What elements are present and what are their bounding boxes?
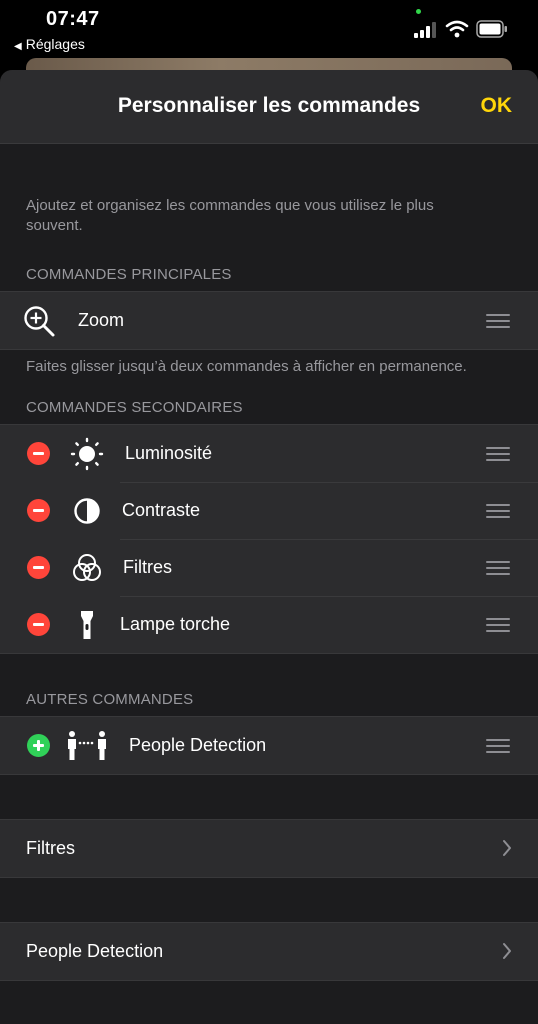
- list-item-brightness[interactable]: Luminosité: [0, 425, 538, 482]
- reorder-grip-icon[interactable]: [486, 561, 510, 575]
- filters-settings-link[interactable]: Filtres: [0, 819, 538, 878]
- add-people-detection-button[interactable]: [27, 734, 50, 757]
- brightness-icon: [70, 437, 104, 471]
- secondary-controls-header: COMMANDES SECONDAIRES: [26, 399, 243, 416]
- ok-button[interactable]: OK: [481, 94, 513, 118]
- list-item-contrast[interactable]: Contraste: [0, 482, 538, 539]
- list-item-flashlight[interactable]: Lampe torche: [0, 596, 538, 653]
- list-item-zoom[interactable]: Zoom: [0, 292, 538, 349]
- remove-flashlight-button[interactable]: [27, 613, 50, 636]
- cellular-signal-icon: [414, 22, 438, 38]
- primary-controls-header: COMMANDES PRINCIPALES: [26, 266, 232, 283]
- status-time: 07:47: [46, 8, 100, 30]
- customize-controls-sheet: Personnaliser les commandes OK Ajoutez e…: [0, 70, 538, 1024]
- primary-controls-footnote: Faites glisser jusqu’à deux commandes à …: [26, 358, 467, 375]
- page-title: Personnaliser les commandes: [117, 94, 421, 117]
- chevron-right-icon: [503, 840, 511, 856]
- flashlight-icon: [81, 611, 93, 639]
- people-detection-settings-link[interactable]: People Detection: [0, 922, 538, 981]
- filters-icon: [73, 554, 101, 581]
- people-detection-icon: [68, 731, 106, 760]
- back-label: Réglages: [25, 36, 85, 52]
- camera-in-use-indicator: [416, 9, 421, 14]
- filters-link-label: Filtres: [26, 838, 75, 858]
- flashlight-label: Lampe torche: [120, 614, 231, 634]
- zoom-label: Zoom: [78, 310, 125, 330]
- other-controls-header: AUTRES COMMANDES: [26, 691, 194, 708]
- remove-contrast-button[interactable]: [27, 499, 50, 522]
- people-detection-label: People Detection: [129, 735, 267, 755]
- back-triangle-icon: ◀: [14, 41, 22, 52]
- filters-link-row[interactable]: Filtres: [0, 820, 538, 877]
- reorder-grip-icon[interactable]: [486, 447, 510, 461]
- status-bar: 07:47 ◀ Réglages: [0, 0, 538, 60]
- filters-label: Filtres: [123, 557, 172, 577]
- battery-icon: [476, 20, 507, 38]
- contrast-icon: [74, 498, 100, 524]
- brightness-label: Luminosité: [125, 443, 213, 463]
- people-detection-link-label: People Detection: [26, 941, 164, 961]
- reorder-grip-icon[interactable]: [486, 314, 510, 328]
- reorder-grip-icon[interactable]: [486, 618, 510, 632]
- secondary-controls-list: Luminosité Contraste Filtres Lampe torch…: [0, 424, 538, 654]
- remove-filters-button[interactable]: [27, 556, 50, 579]
- back-to-settings-link[interactable]: ◀ Réglages: [14, 36, 85, 52]
- reorder-grip-icon[interactable]: [486, 504, 510, 518]
- other-controls-list: People Detection: [0, 716, 538, 775]
- navigation-bar: Personnaliser les commandes OK: [0, 70, 538, 144]
- description-text: Ajoutez et organisez les commandes que v…: [26, 197, 434, 234]
- chevron-right-icon: [503, 943, 511, 959]
- wifi-icon: [445, 20, 469, 38]
- contrast-label: Contraste: [122, 500, 201, 520]
- primary-controls-list: Zoom: [0, 291, 538, 350]
- list-item-filters[interactable]: Filtres: [0, 539, 538, 596]
- people-detection-link-row[interactable]: People Detection: [0, 923, 538, 980]
- remove-brightness-button[interactable]: [27, 442, 50, 465]
- reorder-grip-icon[interactable]: [486, 739, 510, 753]
- zoom-in-icon: [24, 306, 55, 337]
- list-item-people-detection[interactable]: People Detection: [0, 717, 538, 774]
